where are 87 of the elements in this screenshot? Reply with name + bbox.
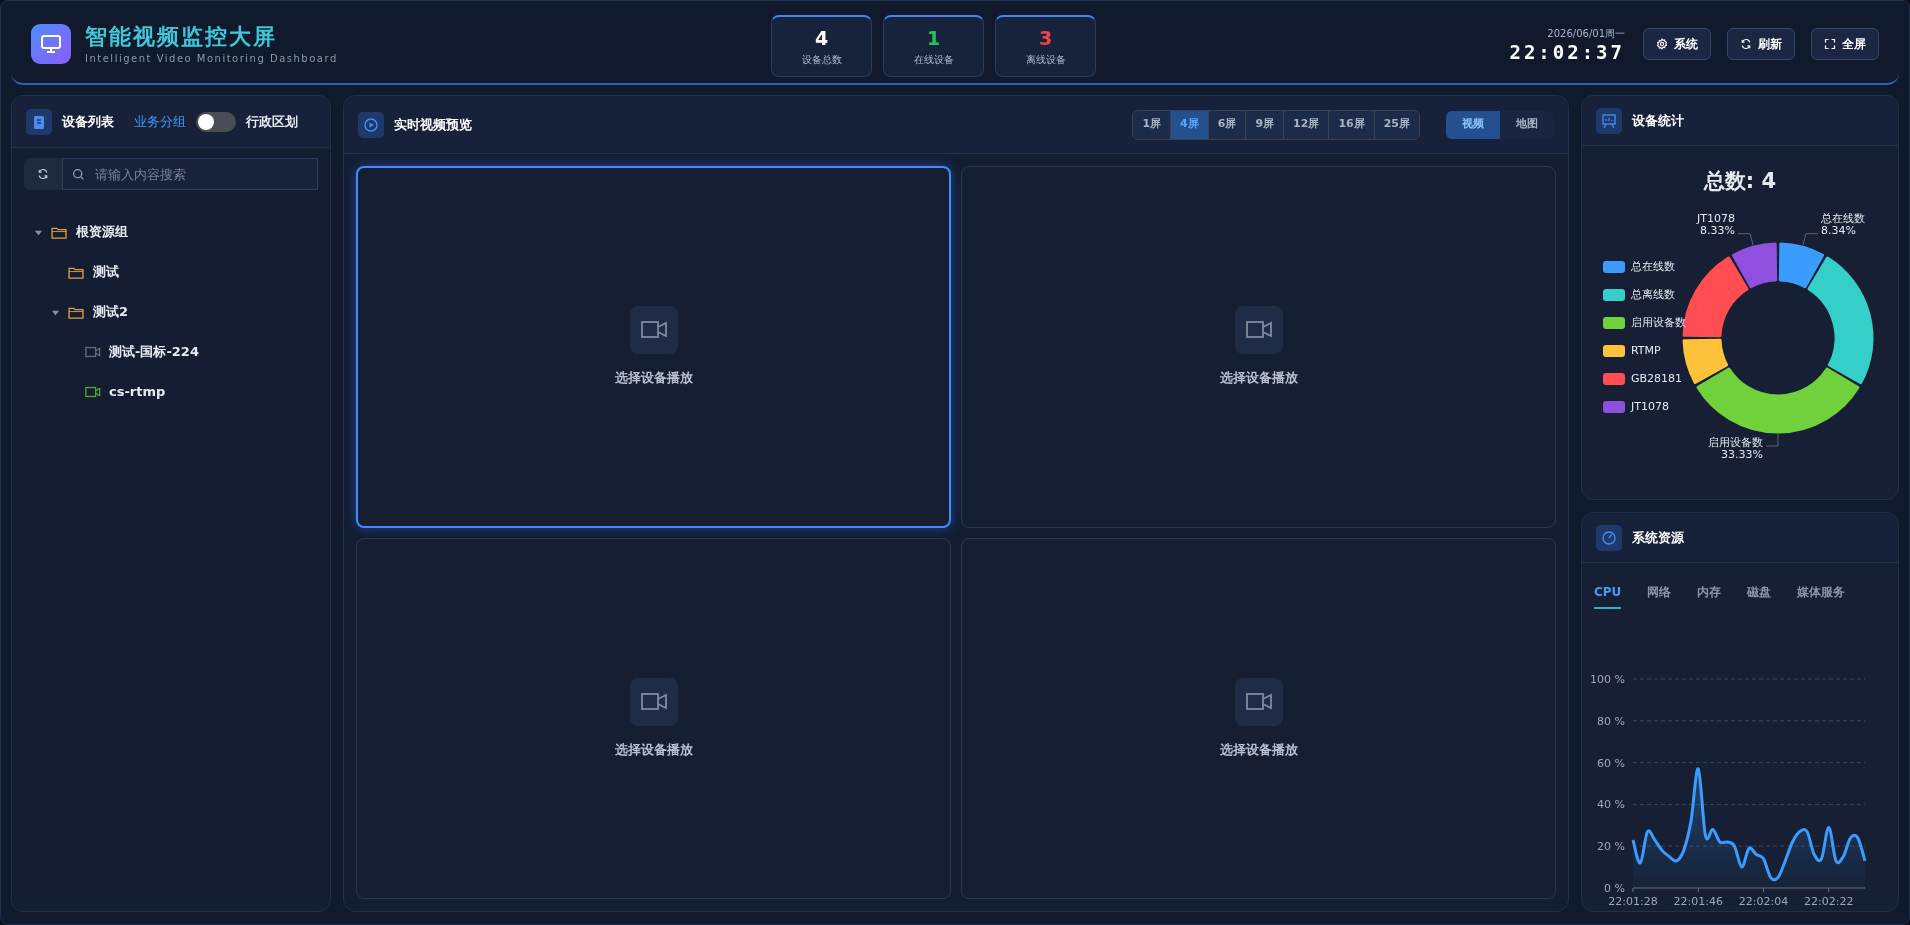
leader-line	[1737, 233, 1754, 246]
mode-tab[interactable]: 地图	[1500, 110, 1554, 139]
resource-tab[interactable]: 媒体服务	[1797, 583, 1846, 609]
resource-tab[interactable]: 磁盘	[1747, 583, 1772, 609]
resource-tab[interactable]: 内存	[1697, 583, 1722, 609]
layout-tab[interactable]: 1屏	[1133, 110, 1172, 139]
stat-value: 3	[1038, 26, 1053, 49]
axis-label: 40 %	[1597, 798, 1625, 812]
stat-label: 设备总数	[801, 52, 842, 67]
video-cell[interactable]: 选择设备播放	[356, 166, 951, 528]
placeholder-text: 选择设备播放	[614, 740, 693, 759]
axis-label: 22:01:46	[1673, 895, 1723, 908]
axis-label: 20 %	[1597, 840, 1625, 854]
refresh-button[interactable]	[24, 158, 62, 190]
gauge-icon	[1596, 524, 1622, 551]
stat-value: 1	[926, 26, 941, 49]
axis-label: 80 %	[1597, 714, 1625, 728]
video-cell[interactable]: 选择设备播放	[961, 537, 1556, 899]
folder-icon	[68, 305, 85, 319]
panel-title: 实时视频预览	[394, 115, 472, 134]
layout-tab[interactable]: 16屏	[1329, 110, 1375, 139]
play-icon	[358, 111, 384, 138]
legend-label: 总离线数	[1631, 286, 1675, 303]
legend-label: 总在线数	[1631, 258, 1675, 275]
leader-line	[1802, 233, 1819, 246]
stat-value: 4	[814, 26, 829, 49]
resource-tab[interactable]: 网络	[1647, 583, 1672, 609]
folder-icon	[51, 225, 68, 239]
placeholder-text: 选择设备播放	[614, 369, 693, 387]
legend-label: RTMP	[1631, 342, 1661, 359]
tree-item[interactable]: 测试-国标-224	[109, 342, 199, 362]
video-cell[interactable]: 选择设备播放	[961, 166, 1556, 528]
tree-item[interactable]: cs-rtmp	[109, 382, 166, 402]
axis-label: 22:02:22	[1804, 895, 1854, 908]
placeholder-text: 选择设备播放	[1219, 740, 1298, 759]
legend-label: GB28181	[1631, 370, 1683, 387]
legend-label: JT1078	[1631, 398, 1669, 415]
slice-label: 总在线数 8.34%	[1820, 211, 1865, 237]
refresh-icon	[37, 168, 49, 180]
app-subtitle: Intelligent Video Monitoring Dashboard	[85, 51, 338, 66]
leader-line	[1765, 433, 1779, 447]
gear-icon	[1656, 38, 1668, 50]
axis-label: 100 %	[1590, 673, 1625, 686]
mode-tab[interactable]: 视频	[1446, 110, 1500, 139]
camera-icon	[1234, 677, 1283, 726]
card-title: 系统资源	[1632, 528, 1684, 547]
card-title: 设备统计	[1632, 111, 1684, 130]
video-cell[interactable]: 选择设备播放	[356, 537, 951, 899]
tree-item[interactable]: 根资源组	[76, 222, 128, 242]
chart-title: 总数: 4	[1703, 169, 1777, 193]
camera-icon	[629, 677, 678, 726]
group-option[interactable]: 行政区划	[246, 111, 298, 132]
layout-tab[interactable]: 12屏	[1284, 110, 1330, 139]
search-icon	[72, 168, 85, 181]
logo-icon	[31, 24, 71, 64]
folder-icon	[68, 265, 85, 279]
camera-icon	[629, 306, 678, 354]
tree-item[interactable]: 测试	[93, 262, 119, 282]
stat-label: 在线设备	[913, 52, 954, 67]
app-title: 智能视频监控大屏	[85, 22, 278, 51]
clock-text: 22:02:37	[1509, 40, 1625, 63]
layout-tab[interactable]: 9屏	[1246, 110, 1285, 139]
placeholder-text: 选择设备播放	[1219, 369, 1298, 387]
date-text: 2026/06/01周一	[1547, 26, 1625, 41]
fullscreen-icon	[1824, 38, 1836, 50]
axis-label: 22:02:04	[1738, 895, 1789, 908]
axis-label: 0 %	[1604, 882, 1625, 895]
resource-tab[interactable]: CPU	[1594, 583, 1622, 609]
presentation-icon	[1596, 107, 1622, 134]
search-field[interactable]: 请输入内容搜索	[62, 158, 318, 190]
group-option[interactable]: 业务分组	[134, 111, 186, 132]
clipboard-icon	[26, 108, 52, 135]
axis-label: 22:01:28	[1608, 895, 1658, 908]
gear-button[interactable]: 系统	[1643, 28, 1711, 60]
fullscreen-button[interactable]: 全屏	[1811, 28, 1879, 60]
stat-label: 离线设备	[1025, 52, 1066, 67]
panel-title: 设备列表	[62, 112, 114, 131]
layout-tab[interactable]: 6屏	[1208, 110, 1247, 139]
refresh-icon	[1740, 38, 1752, 50]
camera-icon	[1234, 306, 1283, 354]
layout-tab[interactable]: 25屏	[1374, 110, 1419, 139]
refresh-button[interactable]: 刷新	[1727, 28, 1795, 60]
tree-item[interactable]: 测试2	[93, 302, 129, 322]
slice-label: JT1078 8.33%	[1697, 211, 1736, 237]
toggle-switch[interactable]	[196, 111, 236, 132]
axis-label: 60 %	[1597, 756, 1625, 770]
slice-label: 启用设备数 33.33%	[1707, 436, 1763, 461]
